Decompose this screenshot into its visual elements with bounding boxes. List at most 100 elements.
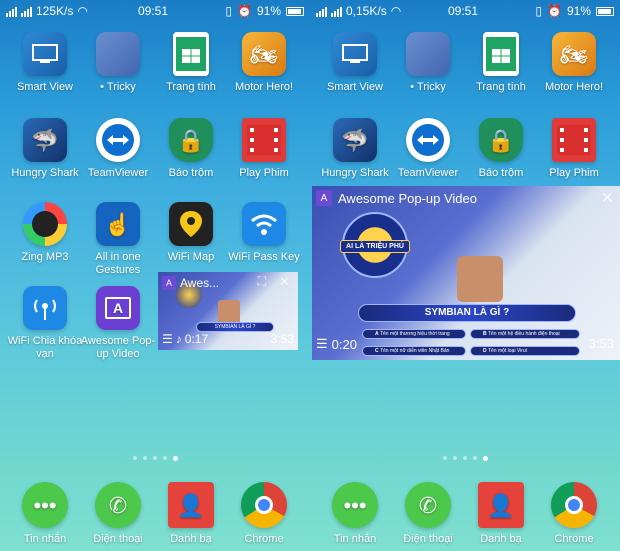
awesome-popup-icon: A xyxy=(96,286,140,330)
app-trang-tinh[interactable]: Trang tính xyxy=(461,32,541,94)
answer-a: A Tên một thương hiệu thời trang xyxy=(362,329,466,339)
app-label: • Tricky xyxy=(410,81,446,93)
question-bar: SYMBIAN LÀ GÌ ? xyxy=(358,304,576,322)
app-label: Danh bạ xyxy=(170,533,212,545)
smart-view-icon xyxy=(23,32,67,76)
playback-controls: ☰ ♪ 0:17 xyxy=(162,332,208,346)
popup-video-large[interactable]: A Awesome Pop-up Video ✕ AI LÀ TRIỆU PHÚ… xyxy=(312,186,620,360)
contacts-icon: 👤 xyxy=(478,482,524,528)
play-icon[interactable]: ♪ xyxy=(176,332,182,346)
app-hungry-shark[interactable]: 🦈 Hungry Shark xyxy=(315,118,395,180)
app-awesome-popup-video[interactable]: A Awesome Pop-up Video xyxy=(78,286,158,361)
dock-danh-ba[interactable]: 👤 Danh bạ xyxy=(151,482,231,546)
app-label: Tin nhắn xyxy=(23,533,67,545)
app-label: Chrome xyxy=(244,533,284,545)
status-bar: 0,15K/s ◠ 09:51 ▯ ⏰ 91% xyxy=(310,0,620,22)
app-label: WiFi Map xyxy=(167,251,215,263)
dock-dien-thoai[interactable]: ✆ Điện thoại xyxy=(78,482,158,546)
page-indicator xyxy=(310,456,620,461)
app-label: Motor Hero! xyxy=(234,81,294,93)
expand-icon[interactable]: ⛶ xyxy=(258,274,266,289)
lock-icon: 🔒 xyxy=(479,118,523,162)
dock-chrome[interactable]: Chrome xyxy=(224,482,304,546)
app-label: Hungry Shark xyxy=(11,167,79,179)
sheets-icon xyxy=(173,32,209,76)
teamviewer-icon xyxy=(406,118,450,162)
page-dot xyxy=(472,456,477,460)
page-indicator xyxy=(0,456,310,461)
close-icon[interactable]: ✕ xyxy=(601,188,614,208)
app-motor-hero[interactable]: 🏍 Motor Hero! xyxy=(224,32,304,94)
app-bao-trom[interactable]: 🔒 Báo trộm xyxy=(151,118,231,180)
dock-chrome[interactable]: Chrome xyxy=(534,482,614,546)
app-badge-icon: A xyxy=(162,276,176,290)
wifi-map-icon xyxy=(169,202,213,246)
app-wifi-chia[interactable]: WiFi Chia khóa vạn xyxy=(5,286,85,361)
page-dot xyxy=(132,456,137,460)
messages-icon: ••• xyxy=(332,482,378,528)
app-label: Điện thoại xyxy=(403,533,453,545)
dock-tin-nhan[interactable]: ••• Tin nhắn xyxy=(5,482,85,546)
app-bao-trom[interactable]: 🔒 Báo trộm xyxy=(461,118,541,180)
app-label: Điện thoại xyxy=(93,533,143,545)
alarm-icon: ⏰ xyxy=(547,4,562,18)
close-icon[interactable]: ✕ xyxy=(279,274,290,290)
wifi-key-icon xyxy=(242,202,286,246)
app-wifi-pass-key[interactable]: WiFi Pass Key xyxy=(224,202,304,264)
page-dot-active xyxy=(172,456,178,461)
app-label: Play Phim xyxy=(549,167,599,179)
playlist-icon[interactable]: ☰ xyxy=(316,336,328,352)
vibrate-icon: ▯ xyxy=(535,4,543,18)
app-badge-icon: A xyxy=(316,190,332,206)
smart-view-icon xyxy=(333,32,377,76)
film-icon xyxy=(552,118,596,162)
app-teamviewer[interactable]: TeamViewer xyxy=(388,118,468,180)
app-play-phim[interactable]: Play Phim xyxy=(534,118,614,180)
clock: 09:51 xyxy=(448,4,479,18)
app-play-phim[interactable]: Play Phim xyxy=(224,118,304,180)
app-label: Awesome Pop-up Video xyxy=(80,335,156,360)
signal-icon xyxy=(316,6,327,17)
vibrate-icon: ▯ xyxy=(225,4,233,18)
page-dot xyxy=(452,456,457,460)
app-label: WiFi Chia khóa vạn xyxy=(7,335,83,360)
app-hungry-shark[interactable]: 🦈 Hungry Shark xyxy=(5,118,85,180)
playback-controls: ☰ 0:20 xyxy=(316,336,357,352)
page-dot xyxy=(152,456,157,460)
playlist-icon[interactable]: ☰ xyxy=(162,332,173,346)
gestures-icon: ☝ xyxy=(96,202,140,246)
hungry-shark-icon: 🦈 xyxy=(23,118,67,162)
clock: 09:51 xyxy=(138,4,169,18)
popup-video-small[interactable]: A Awes... ✕ ⛶ SYMBIAN LÀ GÌ ? ☰ ♪ 0:17 3… xyxy=(158,272,298,350)
page-dot xyxy=(142,456,147,460)
app-smart-view[interactable]: Smart View xyxy=(315,32,395,94)
sheets-icon xyxy=(483,32,519,76)
motor-hero-icon: 🏍 xyxy=(552,32,596,76)
status-bar: 125K/s ◠ 09:51 ▯ ⏰ 91% xyxy=(0,0,310,22)
app-label: TeamViewer xyxy=(397,167,459,179)
app-label: Zing MP3 xyxy=(21,251,69,263)
popup-title: Awesome Pop-up Video xyxy=(338,190,478,206)
answer-b: B Tên một hệ điều hành điện thoại xyxy=(470,329,580,339)
app-label: Play Phim xyxy=(239,167,289,179)
dock-dien-thoai[interactable]: ✆ Điện thoại xyxy=(388,482,468,546)
app-tricky[interactable]: • Tricky xyxy=(388,32,468,94)
hungry-shark-icon: 🦈 xyxy=(333,118,377,162)
home-screen-left: 125K/s ◠ 09:51 ▯ ⏰ 91% Smart View • Tric… xyxy=(0,0,310,551)
app-label: Smart View xyxy=(326,81,384,93)
host-figure xyxy=(457,256,503,302)
dock-tin-nhan[interactable]: ••• Tin nhắn xyxy=(315,482,395,546)
battery-icon xyxy=(286,6,304,16)
dock-danh-ba[interactable]: 👤 Danh bạ xyxy=(461,482,541,546)
popup-title: Awes... xyxy=(180,276,220,290)
app-all-in-one-gestures[interactable]: ☝ All in one Gestures xyxy=(78,202,158,277)
app-zing-mp3[interactable]: Zing MP3 xyxy=(5,202,85,264)
app-smart-view[interactable]: Smart View xyxy=(5,32,85,94)
app-tricky[interactable]: • Tricky xyxy=(78,32,158,94)
app-wifi-map[interactable]: WiFi Map xyxy=(151,202,231,264)
app-trang-tinh[interactable]: Trang tính xyxy=(151,32,231,94)
app-teamviewer[interactable]: TeamViewer xyxy=(78,118,158,180)
teamviewer-icon xyxy=(96,118,140,162)
page-dot xyxy=(442,456,447,460)
app-motor-hero[interactable]: 🏍 Motor Hero! xyxy=(534,32,614,94)
